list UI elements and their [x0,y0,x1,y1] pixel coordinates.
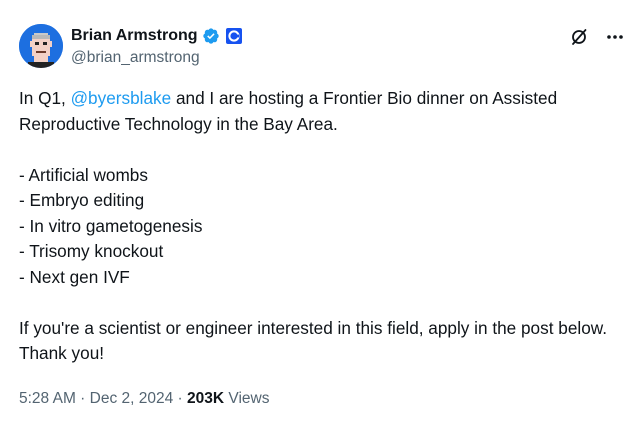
list-item: - Trisomy knockout [19,241,164,261]
tweet-intro: In Q1, @byersblake and I are hosting a F… [19,86,624,137]
meta-separator: · [75,390,90,407]
tweet-text: In Q1, @byersblake and I are hosting a F… [19,86,624,367]
tweet-timestamp[interactable]: 5:28 AM · Dec 2, 2024 [19,390,173,407]
meta-separator: · [173,390,188,407]
views-link[interactable]: 203K Views [187,390,269,407]
grok-icon[interactable] [568,26,590,48]
list-item: - Artificial wombs [19,164,148,185]
views-count: 203K [187,390,225,407]
avatar[interactable] [19,24,63,68]
tweet-top-actions [568,26,626,48]
author-handle[interactable]: @brian_armstrong [71,48,200,68]
tweet-meta: 5:28 AM · Dec 2, 2024 · 203K Views [19,388,269,410]
intro-prefix: In Q1, [19,88,71,108]
tweet: Brian Armstrong @brian_armstrong In Q1, … [0,0,640,422]
views-label: Views [224,390,270,407]
verified-badge-icon[interactable] [202,27,220,45]
list-item: - Next gen IVF [19,266,130,287]
coinbase-logo-icon[interactable] [225,28,242,44]
tweet-closing: If you're a scientist or engineer intere… [19,317,607,364]
list-item: - Embryo editing [19,190,145,210]
more-options-icon[interactable] [604,26,626,48]
mention-link[interactable]: @byersblake [71,88,172,108]
avatar-image [19,24,63,68]
tweet-date: Dec 2, 2024 [89,390,174,407]
author-name-row: Brian Armstrong [71,25,242,47]
tweet-time: 5:28 AM [19,390,76,407]
author-display-name[interactable]: Brian Armstrong [71,25,198,47]
list-item: - In vitro gametogenesis [19,215,203,236]
